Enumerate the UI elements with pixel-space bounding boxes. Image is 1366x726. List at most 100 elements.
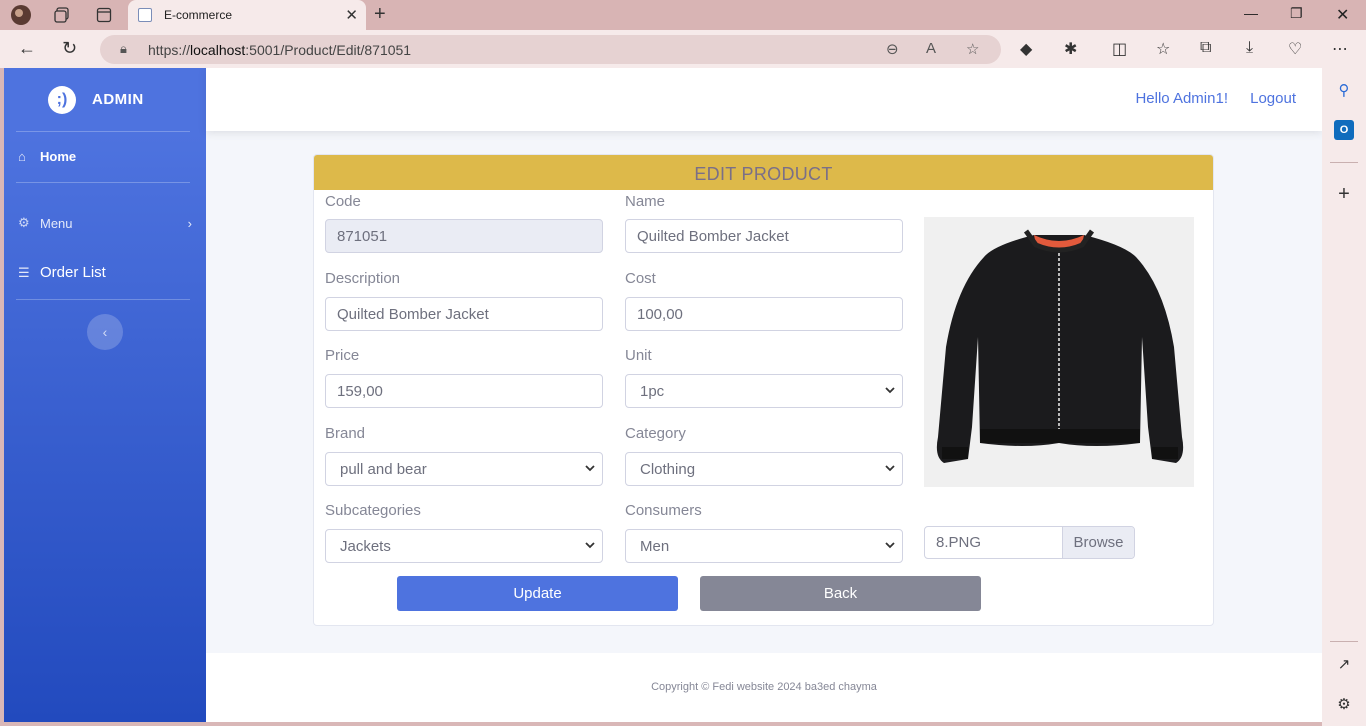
name-field[interactable]: Quilted Bomber Jacket <box>625 219 903 253</box>
page-favicon-icon <box>138 8 152 22</box>
logout-link[interactable]: Logout <box>1250 90 1296 107</box>
home-icon: ⌂ <box>18 149 26 164</box>
file-upload-input[interactable]: 8.PNG Browse <box>924 526 1135 559</box>
extension-icon[interactable]: ◆ <box>1020 39 1032 59</box>
consumers-value: Men <box>640 537 670 555</box>
address-bar[interactable]: 🔒︎ https://localhost:5001/Product/Edit/8… <box>100 35 1001 64</box>
consumers-label: Consumers <box>625 502 702 519</box>
sidebar-item-order-list[interactable]: ☰ Order List <box>18 264 106 281</box>
consumers-select[interactable]: Men <box>625 529 903 563</box>
description-value: Quilted Bomber Jacket <box>337 305 489 323</box>
favorites-icon[interactable]: ☆ <box>1156 39 1170 59</box>
update-button[interactable]: Update <box>397 576 678 611</box>
code-label: Code <box>325 193 361 210</box>
price-label: Price <box>325 347 360 364</box>
description-label: Description <box>325 270 401 287</box>
list-icon: ☰ <box>18 264 30 280</box>
price-field[interactable]: 159,00 <box>325 374 603 408</box>
rail-divider <box>1330 162 1358 163</box>
split-screen-icon[interactable]: ◫ <box>1112 39 1127 59</box>
minimize-icon[interactable]: — <box>1244 5 1258 21</box>
category-value: Clothing <box>640 460 696 478</box>
sidebar-divider <box>16 182 190 183</box>
sidebar-item-label: Home <box>40 149 77 164</box>
browser-tab-active[interactable]: E-commerce ✕ <box>128 0 366 30</box>
cost-value: 100,00 <box>637 305 683 323</box>
user-greeting[interactable]: Hello Admin1! <box>1135 90 1228 107</box>
card-title: EDIT PRODUCT <box>314 155 1213 190</box>
chevron-left-icon: ‹ <box>102 324 108 340</box>
price-value: 159,00 <box>337 382 383 400</box>
cost-field[interactable]: 100,00 <box>625 297 903 331</box>
back-button[interactable]: Back <box>700 576 981 611</box>
code-field: 871051 <box>325 219 603 253</box>
subcategory-select[interactable]: Jackets <box>325 529 603 563</box>
zoom-out-icon[interactable]: ⊖ <box>886 40 899 58</box>
browser-side-rail: ⚲ O + ↗ ⚙ <box>1322 68 1366 726</box>
sidebar: ;) ADMIN ⌂ Home ⚙ Menu › ☰ Order List ‹ <box>4 68 206 722</box>
category-label: Category <box>625 425 686 442</box>
rail-divider <box>1330 641 1358 642</box>
browse-button[interactable]: Browse <box>1062 527 1134 558</box>
browser-essentials-icon[interactable]: ♡ <box>1288 39 1302 59</box>
smiley-logo-icon: ;) <box>48 85 76 114</box>
sidebar-item-home[interactable]: ⌂ Home <box>18 149 76 164</box>
browser-toolbar: ← ↻ 🔒︎ https://localhost:5001/Product/Ed… <box>0 30 1366 68</box>
sidebar-toggle-button[interactable]: ‹ <box>87 314 123 350</box>
extensions-puzzle-icon[interactable]: ✱ <box>1064 39 1077 59</box>
favorite-star-icon[interactable]: ☆ <box>966 40 979 58</box>
url-host: localhost <box>190 41 246 58</box>
subcategories-label: Subcategories <box>325 502 421 519</box>
brand-label: Brand <box>325 425 366 442</box>
copyright-text: Copyright © Fedi website 2024 ba3ed chay… <box>651 681 877 693</box>
close-window-icon[interactable]: ✕ <box>1336 5 1349 25</box>
cost-label: Cost <box>625 270 656 287</box>
tab-actions-icon[interactable] <box>93 4 115 26</box>
back-arrow-icon[interactable]: ← <box>18 38 36 59</box>
product-image <box>924 217 1194 487</box>
sidebar-divider <box>16 131 190 132</box>
chevron-down-icon <box>885 542 895 549</box>
close-tab-icon[interactable]: ✕ <box>345 6 358 24</box>
sidebar-divider <box>16 299 190 300</box>
page-viewport: ;) ADMIN ⌂ Home ⚙ Menu › ☰ Order List ‹ … <box>4 68 1322 722</box>
new-tab-icon[interactable]: + <box>374 3 386 26</box>
lock-icon: 🔒︎ <box>120 41 127 56</box>
tab-title: E-commerce <box>164 8 233 22</box>
subcategory-value: Jackets <box>340 537 391 555</box>
category-select[interactable]: Clothing <box>625 452 903 486</box>
footer: Copyright © Fedi website 2024 ba3ed chay… <box>206 653 1322 722</box>
chevron-down-icon <box>885 465 895 472</box>
code-value: 871051 <box>337 227 388 245</box>
unit-select[interactable]: 1pc <box>625 374 903 408</box>
name-label: Name <box>625 193 666 210</box>
open-external-icon[interactable]: ↗ <box>1334 654 1354 674</box>
profile-avatar-icon[interactable] <box>10 4 32 26</box>
settings-gear-icon[interactable]: ⚙ <box>1334 694 1354 714</box>
read-aloud-icon[interactable]: A <box>926 40 936 57</box>
unit-value: 1pc <box>640 382 665 400</box>
outlook-icon[interactable]: O <box>1334 120 1354 140</box>
edit-product-card: EDIT PRODUCT Code 871051 Name Quilted Bo… <box>313 154 1214 626</box>
brand-select[interactable]: pull and bear <box>325 452 603 486</box>
more-options-icon[interactable]: ⋯ <box>1332 39 1348 59</box>
topbar: Hello Admin1! Logout <box>206 68 1322 131</box>
search-icon[interactable]: ⚲ <box>1334 80 1354 100</box>
sidebar-brand[interactable]: ;) ADMIN <box>4 68 206 131</box>
chevron-down-icon <box>885 387 895 394</box>
brand-text: ADMIN <box>92 91 144 108</box>
chevron-right-icon: › <box>187 215 192 231</box>
description-field[interactable]: Quilted Bomber Jacket <box>325 297 603 331</box>
cog-icon: ⚙ <box>18 215 30 230</box>
url-prefix: https:// <box>148 41 191 58</box>
downloads-icon[interactable]: ⤓ <box>1246 39 1253 57</box>
refresh-icon[interactable]: ↻ <box>62 38 77 59</box>
add-app-icon[interactable]: + <box>1334 183 1354 205</box>
brand-value: pull and bear <box>340 460 427 478</box>
restore-icon[interactable]: ❐ <box>1290 5 1303 22</box>
workspaces-icon[interactable] <box>51 4 73 26</box>
unit-label: Unit <box>625 347 652 364</box>
sidebar-item-label: Menu <box>40 215 73 231</box>
collections-icon[interactable]: ⧉ <box>1200 39 1211 57</box>
sidebar-item-menu[interactable]: ⚙ Menu › <box>18 215 192 231</box>
